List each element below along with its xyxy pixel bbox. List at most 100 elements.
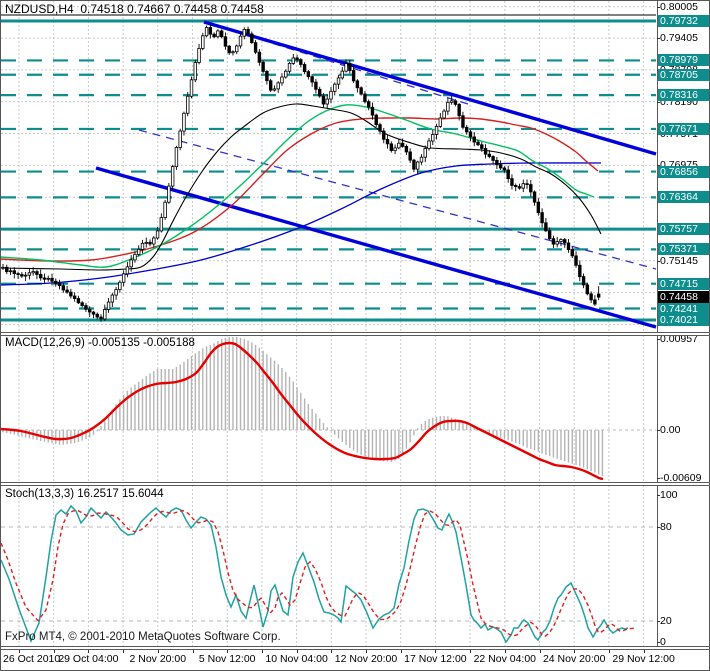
- candle-body: [110, 294, 115, 303]
- candle-body: [91, 311, 96, 315]
- candle-body: [76, 298, 81, 304]
- candle-body: [242, 28, 246, 37]
- candle-body: [465, 126, 469, 133]
- candle-body: [50, 277, 54, 282]
- candle-body: [389, 143, 394, 151]
- candle-body: [570, 249, 574, 257]
- candle-body: [99, 316, 103, 320]
- candle-body: [80, 302, 84, 306]
- symbol-timeframe-label: NZDUSD,H4: [5, 2, 74, 16]
- candle-body: [302, 64, 307, 73]
- candle-body: [589, 293, 593, 301]
- candle-body: [272, 88, 277, 91]
- candle-body: [370, 106, 375, 116]
- time-axis-label: 2 Nov 20:00: [129, 653, 187, 665]
- candle-body: [118, 281, 122, 291]
- candle-body: [310, 76, 314, 83]
- candle-body: [442, 110, 446, 119]
- candle-body: [246, 28, 250, 35]
- candle-body: [427, 140, 431, 149]
- time-axis-label: 29 Oct 04:00: [58, 653, 119, 665]
- candle-body: [472, 136, 476, 143]
- candle-body: [88, 308, 92, 313]
- candle-body: [495, 159, 499, 166]
- chart-canvas[interactable]: [1, 1, 657, 647]
- candle-body: [502, 167, 507, 171]
- ma-red-line: [1, 117, 599, 262]
- chart-title: NZDUSD,H4 0.74518 0.74667 0.74458 0.7445…: [5, 2, 264, 16]
- time-axis-label: 10 Nov 04:00: [265, 653, 328, 665]
- candle-body: [1, 266, 5, 269]
- candle-body: [23, 274, 28, 277]
- candle-body: [257, 51, 262, 63]
- price-tick-label: 0.75145: [660, 255, 698, 268]
- candle-body: [189, 79, 194, 97]
- candle-body: [412, 159, 416, 170]
- axis-tick-mark: [657, 495, 660, 496]
- time-axis-label: 29 Nov 12:00: [612, 653, 675, 665]
- macd-stoch-separator[interactable]: [1, 482, 709, 486]
- candle-body: [140, 242, 145, 250]
- time-axis-label: 17 Nov 12:00: [404, 653, 467, 665]
- candle-body: [555, 241, 559, 245]
- candle-body: [453, 100, 458, 105]
- candle-body: [8, 270, 13, 273]
- candle-body: [250, 33, 254, 44]
- axis-tick-mark: [657, 642, 660, 643]
- candle-body: [578, 264, 582, 278]
- candle-body: [434, 126, 439, 135]
- stoch-indicator-label: Stoch(13,3,3) 16.2517 15.6044: [5, 488, 164, 500]
- price-level-label: 0.75371: [658, 243, 709, 256]
- main-macd-separator[interactable]: [1, 332, 709, 336]
- candle-body: [197, 47, 201, 63]
- candle-body: [284, 70, 288, 78]
- candle-body: [329, 90, 333, 100]
- candle-body: [235, 45, 239, 53]
- candle-body: [593, 299, 597, 305]
- candle-body: [551, 238, 556, 245]
- candle-body: [559, 239, 563, 242]
- candle-body: [280, 76, 284, 84]
- price-level-label: 0.78705: [658, 68, 709, 81]
- candle-body: [174, 147, 179, 167]
- price-level-label: 0.76856: [658, 165, 709, 178]
- candle-body: [227, 45, 231, 54]
- stoch-axis-label: 100: [660, 489, 678, 501]
- axis-tick-mark: [657, 339, 660, 340]
- candle-body: [532, 191, 537, 203]
- candle-body: [359, 87, 363, 95]
- candle-body: [208, 27, 213, 35]
- candle-body: [510, 178, 514, 186]
- candle-body: [374, 114, 378, 125]
- candle-body: [431, 134, 435, 142]
- candle-body: [378, 124, 382, 132]
- candle-body: [178, 130, 182, 148]
- price-level-label: 0.74021: [658, 314, 709, 326]
- candle-body: [27, 272, 32, 276]
- stoch-axis-label: 80: [660, 521, 672, 533]
- candle-body: [155, 230, 160, 239]
- candle-body: [57, 282, 62, 287]
- candle-body: [517, 186, 522, 189]
- price-tick-label: 0.80005: [660, 0, 698, 13]
- candle-body: [167, 185, 171, 203]
- current-price-label: 0.74458: [658, 291, 709, 304]
- price-level-label: 0.79732: [658, 15, 709, 27]
- candle-body: [438, 117, 443, 127]
- axis-tick-mark: [657, 430, 660, 431]
- candle-body: [506, 169, 510, 180]
- candle-body: [20, 274, 24, 277]
- price-level-label: 0.78979: [658, 54, 709, 67]
- candle-body: [16, 273, 20, 275]
- candle-body: [148, 241, 152, 245]
- stoch-d-value: 15.6044: [122, 488, 164, 500]
- candle-body: [39, 274, 43, 279]
- candle-body: [385, 138, 390, 145]
- candle-body: [193, 62, 197, 81]
- stoch-timeaxis-separator: [1, 646, 709, 650]
- time-axis-label: 12 Nov 20:00: [334, 653, 398, 665]
- candle-body: [336, 77, 341, 85]
- candle-body: [491, 156, 495, 161]
- candle-body: [125, 266, 130, 275]
- candle-body: [514, 185, 518, 188]
